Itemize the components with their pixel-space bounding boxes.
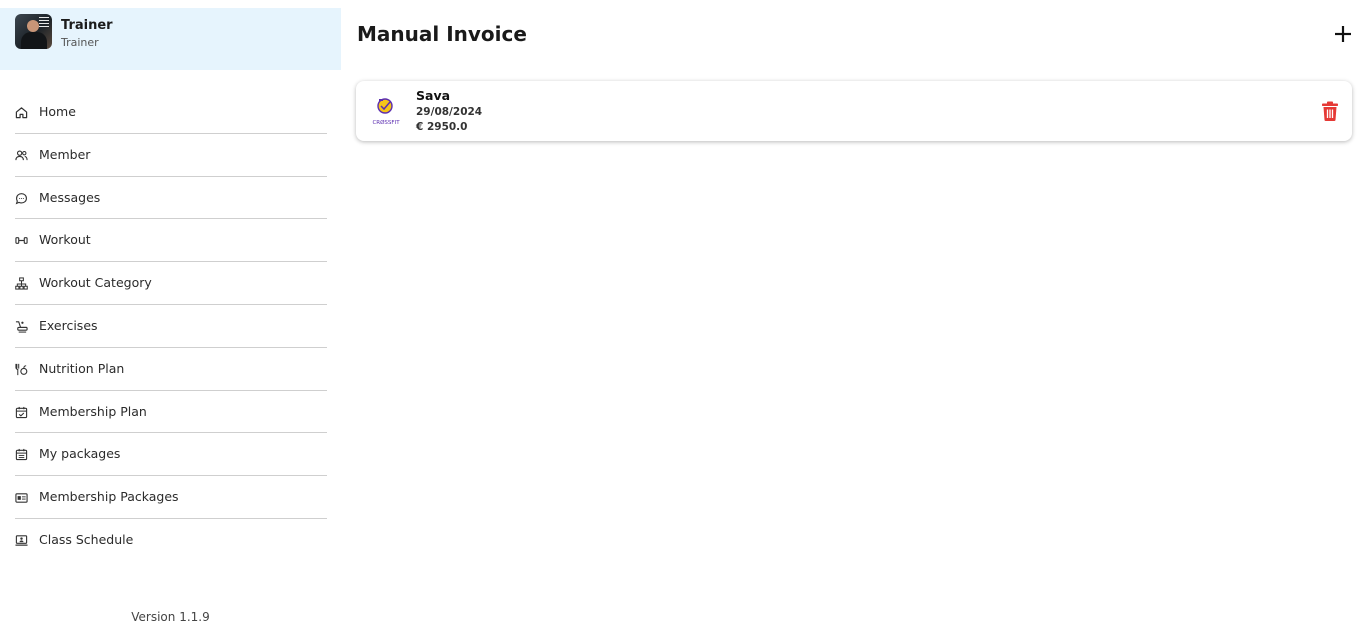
treadmill-icon bbox=[15, 321, 28, 333]
sidebar-item-workout[interactable]: Workout bbox=[15, 219, 327, 263]
sidebar-item-my-packages[interactable]: My packages bbox=[15, 433, 327, 477]
page-title: Manual Invoice bbox=[357, 22, 527, 46]
invoice-card[interactable]: CRØSSFIT Sava 29/08/2024 € 2950.0 bbox=[356, 81, 1352, 141]
sidebar-item-label: Nutrition Plan bbox=[39, 360, 125, 376]
sidebar-item-label: Workout Category bbox=[39, 275, 152, 291]
sidebar: Trainer Trainer Home Member Messages Wor… bbox=[0, 0, 341, 639]
sidebar-item-member[interactable]: Member bbox=[15, 134, 327, 177]
users-icon bbox=[15, 150, 28, 160]
sidebar-item-label: Membership Plan bbox=[39, 403, 147, 419]
calendar-check-icon bbox=[15, 406, 28, 418]
sidebar-item-home[interactable]: Home bbox=[15, 91, 327, 134]
app-version: Version 1.1.9 bbox=[131, 610, 210, 624]
calendar-list-icon bbox=[15, 449, 28, 461]
profile-name: Trainer bbox=[61, 18, 113, 33]
sidebar-item-label: Member bbox=[39, 146, 91, 162]
card-icon bbox=[15, 493, 28, 503]
sidebar-item-nutrition-plan[interactable]: Nutrition Plan bbox=[15, 348, 327, 391]
sidebar-item-class-schedule[interactable]: Class Schedule bbox=[15, 519, 327, 562]
sidebar-item-membership-plan[interactable]: Membership Plan bbox=[15, 391, 327, 434]
main-content: Manual Invoice CRØSSFIT Sava 29/08/2024 … bbox=[341, 0, 1366, 639]
sidebar-item-label: Messages bbox=[39, 189, 101, 205]
home-icon bbox=[15, 107, 28, 119]
hierarchy-icon bbox=[15, 277, 28, 290]
chat-icon bbox=[15, 192, 27, 205]
screen-user-icon bbox=[15, 535, 28, 546]
sidebar-item-label: My packages bbox=[39, 446, 121, 462]
dumbbell-icon bbox=[15, 237, 28, 245]
sidebar-item-label: Exercises bbox=[39, 317, 98, 333]
sidebar-item-membership-packages[interactable]: Membership Packages bbox=[15, 476, 327, 519]
invoice-member-name: Sava bbox=[416, 88, 451, 103]
sidebar-item-workout-category[interactable]: Workout Category bbox=[15, 262, 327, 305]
sidebar-item-label: Workout bbox=[39, 232, 91, 248]
invoice-amount: € 2950.0 bbox=[416, 121, 468, 133]
sidebar-item-exercises[interactable]: Exercises bbox=[15, 305, 327, 348]
sidebar-item-label: Membership Packages bbox=[39, 489, 179, 505]
trash-icon[interactable] bbox=[1321, 101, 1339, 121]
nutrition-icon bbox=[15, 363, 28, 375]
plus-icon[interactable] bbox=[1331, 22, 1355, 46]
sidebar-item-label: Home bbox=[39, 104, 76, 119]
profile-header[interactable]: Trainer Trainer bbox=[0, 8, 341, 70]
sidebar-nav: Home Member Messages Workout Workout Cat… bbox=[15, 91, 327, 562]
profile-role: Trainer bbox=[61, 36, 99, 49]
svg-text:CRØSSFIT: CRØSSFIT bbox=[372, 119, 400, 126]
avatar bbox=[15, 14, 52, 49]
sidebar-item-messages[interactable]: Messages bbox=[15, 177, 327, 220]
invoice-date: 29/08/2024 bbox=[416, 106, 483, 118]
crossfit-logo: CRØSSFIT bbox=[372, 98, 400, 126]
sidebar-item-label: Class Schedule bbox=[39, 531, 134, 547]
